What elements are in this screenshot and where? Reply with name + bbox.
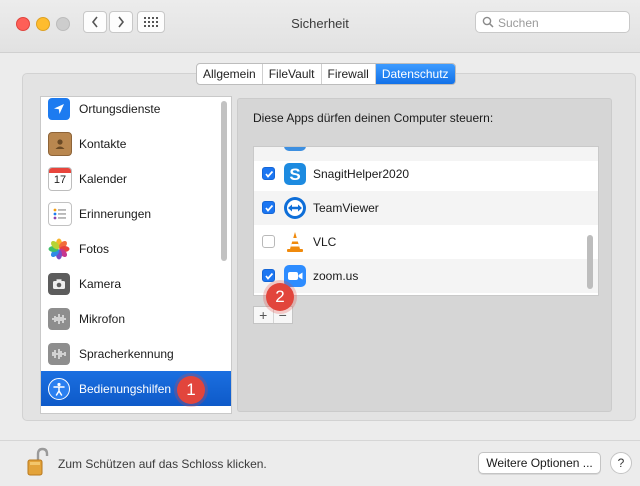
zoom-camera-icon [284,265,306,287]
checkmark-icon [265,204,274,212]
checkbox[interactable] [262,167,275,180]
preferences-window: Sicherheit Allgemein FileVault Firewall … [0,0,640,486]
microphone-waveform-icon [48,307,70,330]
sidebar-item-label: Erinnerungen [79,206,152,221]
sidebar-item-label: Ortungsdienste [79,101,161,116]
camera-icon [48,272,70,295]
list-item-zoom[interactable]: zoom.us [254,259,598,293]
sidebar-item-label: Kalender [79,171,128,186]
sidebar-scrollbar[interactable] [221,101,227,261]
list-item-teamviewer[interactable]: TeamViewer [254,191,598,225]
privacy-category-list[interactable]: Ortungsdienste Kontakte 17 Kalender Erin… [40,96,232,414]
sidebar-item-ortungsdienste[interactable]: Ortungsdienste [41,97,231,126]
calendar-icon: 17 [48,166,72,191]
lock-hint: Zum Schützen auf das Schloss klicken. [58,457,267,471]
lock-button[interactable] [26,447,50,477]
svg-text:S: S [289,165,300,184]
app-list-scrollbar[interactable] [587,235,593,289]
app-icon-partial [284,147,306,151]
tab-filevault[interactable]: FileVault [263,64,322,84]
title-bar: Sicherheit [0,0,640,53]
reminders-icon [48,201,72,226]
checkbox[interactable] [262,201,275,214]
checkmark-icon [265,170,274,178]
panel-heading: Diese Apps dürfen deinen Computer steuer… [253,111,494,125]
accessibility-icon [48,377,70,400]
annotation-badge-1: 1 [177,376,205,404]
sidebar-item-kontakte[interactable]: Kontakte [41,126,231,161]
sidebar-item-erinnerungen[interactable]: Erinnerungen [41,196,231,231]
app-label: zoom.us [313,269,359,283]
open-lock-icon [27,447,49,476]
checkbox[interactable] [262,269,275,282]
sidebar-item-fotos[interactable]: Fotos [41,231,231,266]
sidebar-item-kamera[interactable]: Kamera [41,266,231,301]
sidebar-item-label: Mikrofon [79,311,126,326]
tab-firewall[interactable]: Firewall [322,64,376,84]
calendar-day: 17 [53,173,67,186]
snagit-icon: S [284,163,306,185]
vlc-cone-icon [284,231,306,253]
location-arrow-icon [48,97,70,120]
app-label: SnagitHelper2020 [313,167,410,181]
more-options-button[interactable]: Weitere Optionen ... [478,452,601,474]
photos-flower-icon [48,238,70,260]
tab-datenschutz[interactable]: Datenschutz [375,64,455,84]
search-input[interactable] [496,14,625,32]
sidebar-item-mikrofon[interactable]: Mikrofon [41,301,231,336]
tab-allgemein[interactable]: Allgemein [197,64,263,84]
speech-waveform-icon [48,342,70,365]
sidebar-item-label: Bedienungshilfen [79,381,172,396]
sidebar-item-kalender[interactable]: 17 Kalender [41,161,231,196]
list-item-snagit[interactable]: S SnagitHelper2020 [254,157,598,191]
app-label: TeamViewer [313,201,379,215]
checkbox[interactable] [262,235,275,248]
help-button[interactable]: ? [610,452,632,474]
sidebar-item-label: Fotos [79,241,110,256]
sidebar-item-label: Kontakte [79,136,127,151]
list-item-vlc[interactable]: VLC [254,225,598,259]
search-field[interactable] [475,11,630,33]
checkmark-icon [265,272,274,280]
sidebar-item-label: Kamera [79,276,122,291]
app-list[interactable]: S SnagitHelper2020 TeamViewer VLC zoom.u… [253,146,599,296]
tab-bar: Allgemein FileVault Firewall Datenschutz [196,63,456,85]
sidebar-item-label: Spracherkennung [79,346,174,361]
annotation-badge-2: 2 [266,283,294,311]
app-label: VLC [313,235,337,249]
contacts-book-icon [48,131,72,156]
sidebar-item-spracherkennung[interactable]: Spracherkennung [41,336,231,371]
teamviewer-icon [284,197,306,219]
add-app-button[interactable]: + [254,307,274,323]
search-icon [482,16,494,28]
